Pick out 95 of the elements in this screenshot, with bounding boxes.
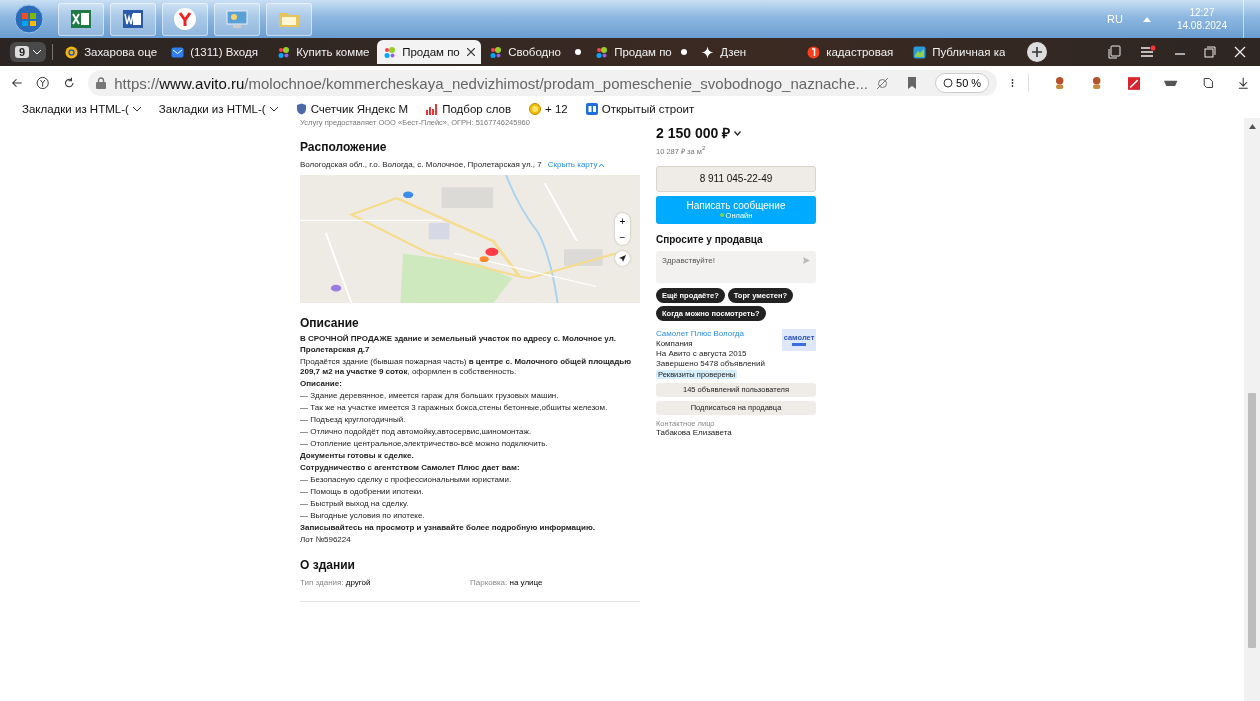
building-field: Тип здания: другой — [300, 578, 470, 587]
description-paragraph: — Отопление центральное,электричество-всё можно подключить. — [300, 439, 549, 450]
tray-extension-icon[interactable] — [1164, 78, 1178, 88]
caret-icon — [599, 162, 605, 167]
description-paragraph: Лот №596224 — [300, 535, 352, 546]
description-paragraph: — Отлично подойдёт под автомойку,автосервис,шиномонтаж. — [300, 427, 533, 438]
seller-type: Компания — [656, 338, 693, 349]
price-text: 2 150 000 ₽ — [656, 126, 731, 141]
seller-since: На Авито с августа 2015 — [656, 348, 747, 359]
browser-tab[interactable]: Продам по — [589, 40, 694, 64]
browser-tab[interactable]: Купить комме — [271, 40, 376, 64]
section-heading: Описание — [300, 317, 359, 330]
description-paragraph: — Помощь в одобрении ипотеки. — [300, 487, 425, 498]
browser-tab[interactable]: Дзен — [695, 40, 800, 64]
bookmark-item[interactable]: Закладки из HTML-( — [158, 103, 278, 115]
caret-icon — [33, 49, 42, 55]
dots-logo-icon — [277, 45, 291, 59]
menu-icon[interactable] — [1140, 45, 1156, 59]
seller-completed: Завершено 5478 объявлений — [656, 358, 765, 369]
caret-icon — [132, 106, 141, 112]
download-icon[interactable] — [1237, 75, 1248, 91]
browser-tab[interactable]: Захарова оце — [59, 40, 164, 64]
message-field[interactable]: Здравствуйте! — [656, 250, 816, 283]
description-paragraph: — Подъезд круглогодичный. — [300, 415, 407, 426]
collections-icon[interactable] — [1108, 45, 1122, 59]
plus-icon — [1032, 47, 1043, 57]
lock-icon — [96, 77, 107, 89]
description-paragraph: — Здание деревянное, имеется гараж для больших грузовых машин. — [300, 391, 560, 402]
description-paragraph: — Так же на участке имеется 3 гаражных бокса,стены бетонные,обшиты железом. — [300, 403, 609, 414]
map-icon — [913, 45, 927, 59]
scrollbar[interactable] — [1244, 118, 1260, 701]
dots-logo-icon — [489, 45, 503, 59]
bookmark-item[interactable]: + 12 — [529, 103, 568, 115]
map-zoom-control[interactable]: + − — [615, 213, 630, 245]
seller-link[interactable]: Самолет Плюс Вологда — [656, 328, 744, 339]
document-app-icon[interactable] — [122, 8, 144, 30]
slashed-icon[interactable] — [876, 76, 889, 90]
browser-app-icon[interactable] — [173, 7, 197, 31]
browser-tab[interactable]: Публичная ка — [907, 40, 1012, 64]
bookmark-icon[interactable] — [907, 77, 917, 89]
section-heading: О здании — [300, 559, 355, 572]
caret-icon — [269, 106, 278, 112]
section-heading: Расположение — [300, 141, 387, 154]
description-paragraph: — Безопасную сделку с профессиональными юристами. — [300, 475, 513, 486]
restore-icon[interactable] — [1204, 46, 1216, 58]
hide-map-link[interactable]: Скрыть карту — [547, 160, 605, 169]
bookmark-item[interactable]: Счетчик Яндекс М — [295, 103, 409, 115]
description-paragraph: — Выгодные условия по ипотеке. — [300, 511, 426, 522]
dots-logo-icon — [595, 45, 609, 59]
description-paragraph: Документы готовы к сделке. — [300, 451, 415, 462]
spreadsheet-app-icon[interactable] — [70, 8, 92, 30]
browser-tab[interactable]: Продам по — [377, 40, 482, 64]
description-paragraph: Описание: — [300, 379, 343, 390]
shield-icon — [295, 103, 307, 115]
start-orb-icon[interactable] — [14, 4, 44, 34]
new-tab-button[interactable] — [1027, 42, 1048, 62]
circle-logo-icon[interactable] — [36, 74, 50, 92]
zoom-icon — [943, 78, 953, 88]
envelope-icon — [171, 45, 185, 59]
scroll-thumb[interactable] — [1248, 393, 1256, 648]
bookmark-item[interactable]: Открытый строит — [585, 103, 695, 115]
contact-name: Табакова Елизавета — [656, 427, 732, 438]
description-paragraph: — Быстрый выход на сделку. — [300, 499, 410, 510]
scroll-up-icon[interactable] — [1248, 124, 1256, 129]
caret-icon[interactable] — [734, 131, 742, 136]
zoom-button[interactable]: 50 % — [935, 73, 990, 93]
pen-extension-icon[interactable] — [1127, 74, 1141, 92]
description-paragraph: Сотрудничество с агентством Самолет Плюс дает вам: — [300, 463, 521, 474]
back-icon[interactable] — [12, 77, 23, 89]
address-text: Вологодская обл., г.о. Вологда, с. Молочное, Пролетарская ул., 7 — [300, 160, 542, 169]
clock-time: 12:27 — [1189, 6, 1215, 19]
at-sign-icon — [65, 45, 79, 59]
square-logo-icon — [585, 103, 598, 115]
address-field[interactable]: https://www.avito.ru/molochnoe/kommercheskaya_nedvizhimost/prodam_pomeschenie_svobodnogo_naznache... 50 % — [88, 70, 998, 96]
coin-icon — [529, 103, 541, 115]
browser-tab[interactable]: (1311) Входя — [165, 40, 270, 64]
bookmark-item[interactable]: Закладки из HTML-( — [22, 103, 141, 115]
description-paragraph: Записывайтесь на просмотр и узнавайте более подробную информацию. — [300, 523, 596, 534]
section-heading: Спросите у продавца — [656, 233, 763, 246]
bookmark-item[interactable]: Подбор слов — [426, 103, 511, 115]
bar-chart-icon — [426, 103, 439, 115]
letter-logo-icon — [807, 45, 821, 59]
building-field: Парковка: на улице — [470, 578, 640, 587]
description-paragraph: Продаётся здание (бывшая пожарная часть) в центре с. Молочного общей площадью 209,7 м2 на участке 9 соток, оформлен в собственность. — [300, 356, 633, 378]
browser-tab[interactable]: кадастровая — [801, 40, 906, 64]
dots-logo-icon — [383, 45, 397, 59]
close-icon[interactable] — [467, 48, 476, 56]
clock-date: 14.08.2024 — [1176, 19, 1227, 32]
more-icon[interactable] — [1011, 77, 1015, 89]
reload-icon[interactable] — [63, 76, 75, 90]
browser-tab[interactable]: Свободно — [483, 40, 588, 64]
arrow-icon — [619, 255, 626, 262]
sparkle-icon — [701, 45, 715, 59]
phone-button[interactable]: 8 911 045-22-49 — [656, 165, 816, 192]
tab-count-button[interactable]: 9 — [10, 42, 47, 62]
